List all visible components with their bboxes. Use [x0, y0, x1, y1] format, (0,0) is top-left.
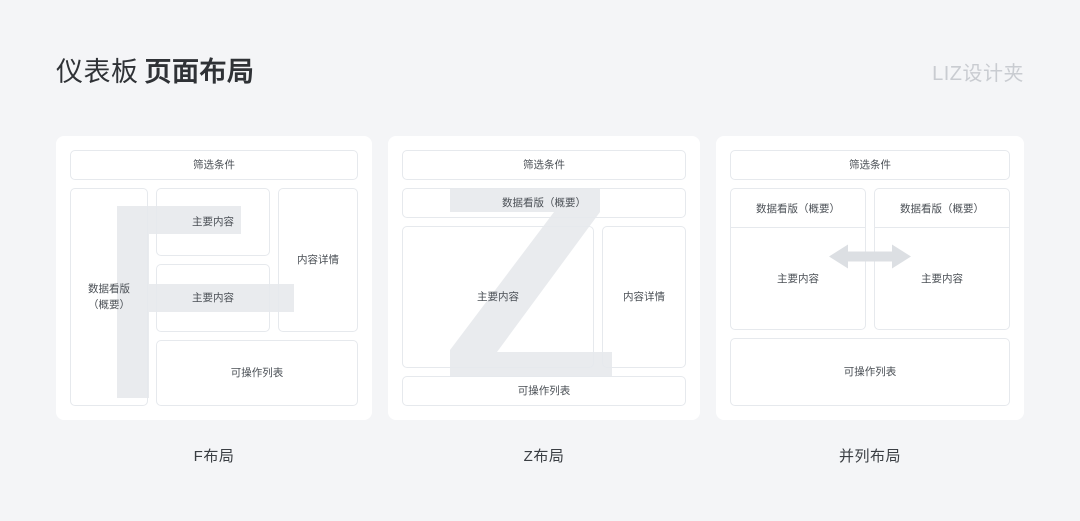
- panel-parallel-layout: 筛选条件 数据看版（概要） 主要内容 数据看版（概要） 主要内容 可操作列表: [716, 136, 1024, 420]
- f-filter-bar: 筛选条件: [70, 150, 358, 180]
- panel-f-layout: 筛选条件 数据看版 （概要） 主要内容 主要内容 内容详情 可操作列表: [56, 136, 372, 420]
- f-right-column: 主要内容 主要内容 内容详情 可操作列表: [156, 188, 358, 406]
- z-list-box: 可操作列表: [402, 376, 686, 406]
- p-list-box: 可操作列表: [730, 338, 1010, 406]
- panel-captions: F布局 Z布局 并列布局: [56, 440, 1024, 470]
- p-columns-row: 数据看版（概要） 主要内容 数据看版（概要） 主要内容: [730, 188, 1010, 330]
- z-filter-bar: 筛选条件: [402, 150, 686, 180]
- f-top-row: 主要内容 主要内容 内容详情: [156, 188, 358, 332]
- f-main-box-1: 主要内容: [156, 188, 270, 256]
- page-title-bold: 页面布局: [144, 57, 255, 87]
- p-column-left: 数据看版（概要） 主要内容: [730, 188, 866, 330]
- z-middle-row: 主要内容 内容详情: [402, 226, 686, 368]
- z-main-box: 主要内容: [402, 226, 594, 368]
- page-title-light: 仪表板: [56, 57, 139, 87]
- layout-panels: 筛选条件 数据看版 （概要） 主要内容 主要内容 内容详情 可操作列表 筛选条件…: [56, 136, 1024, 420]
- f-board-box: 数据看版 （概要）: [70, 188, 148, 406]
- z-board-box: 数据看版（概要）: [402, 188, 686, 218]
- p-column-right: 数据看版（概要） 主要内容: [874, 188, 1010, 330]
- f-body: 数据看版 （概要） 主要内容 主要内容 内容详情 可操作列表: [70, 188, 358, 406]
- caption-z-layout: Z布局: [523, 447, 565, 465]
- f-detail-box: 内容详情: [278, 188, 358, 332]
- panel-z-layout: 筛选条件 数据看版（概要） 主要内容 内容详情 可操作列表: [388, 136, 700, 420]
- p-main-right: 主要内容: [921, 273, 963, 285]
- p-main-left: 主要内容: [777, 273, 819, 285]
- f-main-box-2: 主要内容: [156, 264, 270, 332]
- p-board-right: 数据看版（概要）: [875, 189, 1009, 228]
- z-detail-box: 内容详情: [602, 226, 686, 368]
- caption-f-layout: F布局: [193, 447, 235, 465]
- f-list-box: 可操作列表: [156, 340, 358, 406]
- page-title: 仪表板 页面布局: [56, 50, 255, 89]
- caption-parallel-layout: 并列布局: [838, 447, 901, 465]
- f-main-column: 主要内容 主要内容: [156, 188, 270, 332]
- p-filter-bar: 筛选条件: [730, 150, 1010, 180]
- page-header: 仪表板 页面布局 LIZ设计夹: [0, 0, 1080, 120]
- p-board-left: 数据看版（概要）: [731, 189, 865, 228]
- brand-watermark: LIZ设计夹: [932, 63, 1024, 85]
